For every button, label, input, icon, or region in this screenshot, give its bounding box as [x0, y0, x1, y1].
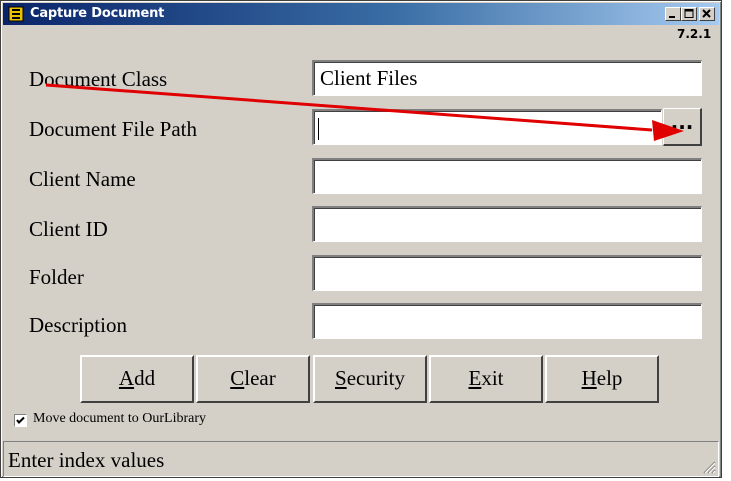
title-bar[interactable]: Capture Document: [3, 3, 719, 25]
checkmark-icon: [16, 416, 25, 424]
document-class-label: Document Class: [29, 67, 168, 91]
version-label: 7.2.1: [677, 27, 712, 41]
status-bar: Enter index values: [3, 441, 719, 477]
status-text: Enter index values: [8, 448, 165, 472]
browse-button[interactable]: ...: [663, 108, 702, 146]
maximize-icon: [684, 9, 694, 18]
help-mnemonic: H: [581, 366, 597, 390]
add-button[interactable]: Add: [80, 355, 194, 403]
document-file-path-field[interactable]: [312, 109, 662, 145]
minimize-icon: [669, 16, 675, 18]
client-id-label: Client ID: [29, 217, 108, 241]
move-document-checkbox[interactable]: [14, 414, 27, 427]
document-class-value: Client Files: [320, 66, 418, 90]
exit-button[interactable]: Exit: [429, 355, 543, 403]
security-button[interactable]: Security: [313, 355, 427, 403]
minimize-button[interactable]: [665, 7, 681, 21]
description-label: Description: [29, 313, 127, 337]
move-document-label[interactable]: Move document to OurLibrary: [33, 411, 206, 427]
client-id-field[interactable]: [312, 206, 702, 242]
folder-field[interactable]: [312, 255, 702, 291]
resize-grip-icon[interactable]: [702, 460, 716, 474]
help-button[interactable]: Help: [545, 355, 659, 403]
help-label-rest: elp: [596, 366, 623, 390]
close-icon: [702, 9, 711, 18]
add-label-rest: dd: [134, 366, 156, 390]
document-class-field[interactable]: Client Files: [312, 60, 702, 96]
exit-mnemonic: E: [468, 366, 482, 390]
client-name-label: Client Name: [29, 167, 136, 191]
capture-document-window: Capture Document 7.2.1 Document Class Do…: [0, 0, 722, 478]
app-icon: [8, 6, 24, 22]
exit-label-rest: xit: [481, 366, 504, 390]
description-field[interactable]: [312, 303, 702, 339]
security-mnemonic: S: [335, 366, 347, 390]
window-title: Capture Document: [30, 6, 165, 21]
add-mnemonic: A: [118, 366, 135, 390]
clear-button[interactable]: Clear: [196, 355, 310, 403]
document-file-path-label: Document File Path: [29, 117, 197, 141]
maximize-button[interactable]: [681, 7, 697, 21]
clear-label-rest: lear: [244, 366, 276, 390]
clear-mnemonic: C: [230, 366, 245, 390]
security-label-rest: ecurity: [346, 366, 405, 390]
text-caret: [318, 118, 319, 140]
client-name-field[interactable]: [312, 158, 702, 194]
folder-label: Folder: [29, 265, 84, 289]
close-button[interactable]: [699, 7, 715, 21]
